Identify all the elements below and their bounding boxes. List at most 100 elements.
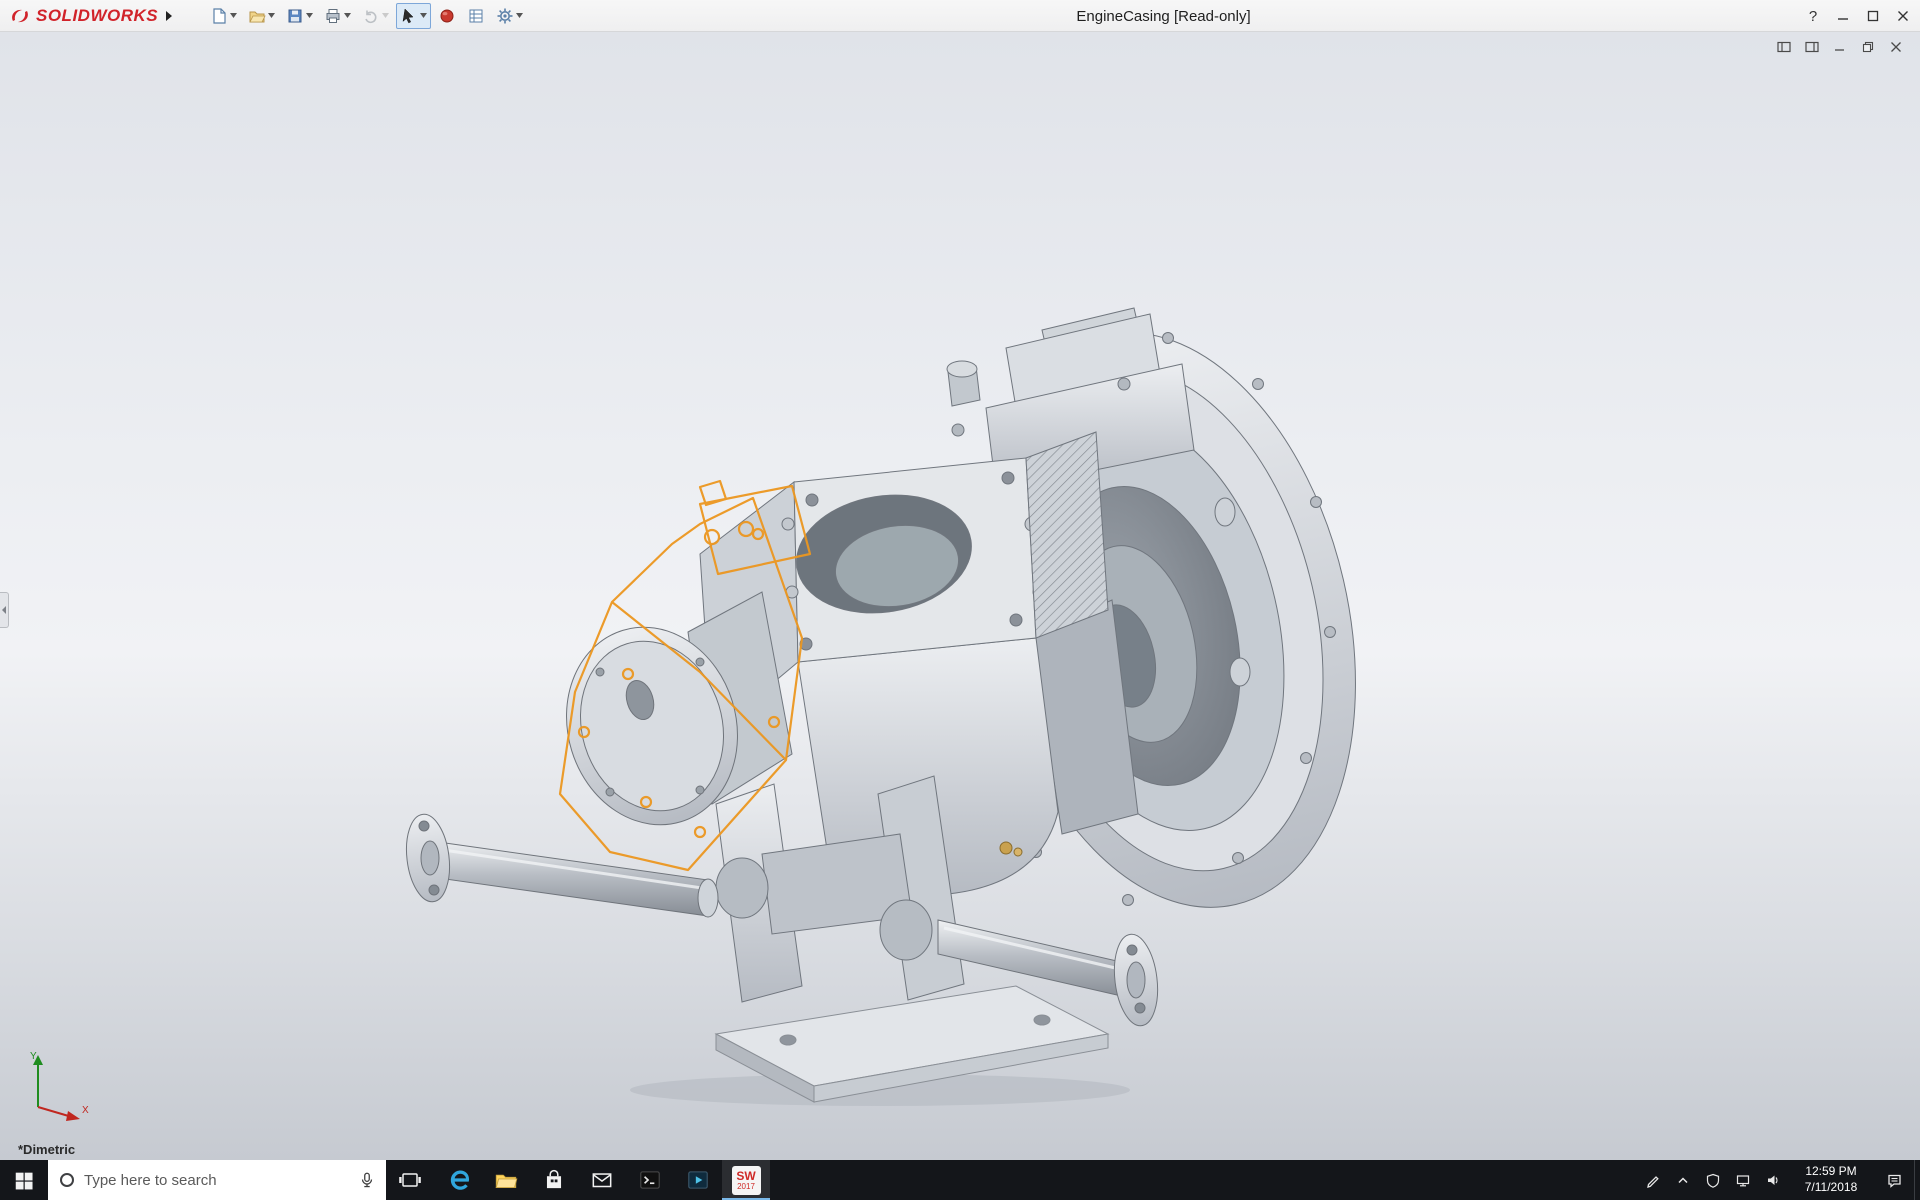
file-explorer-button[interactable]	[482, 1160, 530, 1200]
task-view-icon	[398, 1168, 422, 1192]
dropdown-caret-icon	[344, 13, 351, 18]
maximize-icon	[1867, 10, 1879, 22]
cursor-icon	[400, 7, 418, 25]
solidworks-window: SOLIDWORKS	[0, 0, 1920, 1200]
clock-time: 12:59 PM	[1805, 1164, 1856, 1180]
close-icon	[1897, 10, 1909, 22]
action-center-button[interactable]	[1874, 1160, 1914, 1200]
search-icon	[60, 1173, 74, 1187]
file-explorer-icon	[493, 1167, 519, 1193]
microphone-icon[interactable]	[358, 1170, 376, 1190]
taskbar-clock[interactable]: 12:59 PM 7/11/2018	[1788, 1160, 1874, 1200]
ds-logo-icon	[8, 6, 32, 26]
dropdown-caret-icon	[420, 13, 427, 18]
print-button[interactable]	[320, 3, 355, 29]
dropdown-caret-icon	[516, 13, 523, 18]
new-document-icon	[210, 7, 228, 25]
pen-icon	[1645, 1172, 1661, 1188]
dock-pane-button[interactable]	[1774, 38, 1794, 55]
start-button[interactable]	[0, 1160, 48, 1200]
display-list-icon	[467, 7, 485, 25]
store-icon	[541, 1167, 567, 1193]
network-icon	[1735, 1172, 1751, 1188]
new-document-button[interactable]	[206, 3, 241, 29]
undo-icon	[362, 7, 380, 25]
dock-pane-icon	[1777, 41, 1791, 53]
orientation-triad: Y X	[22, 1047, 94, 1130]
defender-button[interactable]	[1698, 1160, 1728, 1200]
view-orientation-label: *Dimetric	[18, 1142, 75, 1157]
solidworks-icon-letters: SW	[736, 1170, 755, 1182]
taskbar-search[interactable]	[48, 1160, 386, 1200]
hidden-icons-button[interactable]	[1668, 1160, 1698, 1200]
menu-expand-button[interactable]	[158, 3, 180, 29]
minimize-icon	[1837, 10, 1849, 22]
media-app-icon	[685, 1167, 711, 1193]
maximize-button[interactable]	[1858, 1, 1888, 31]
help-button[interactable]: ?	[1798, 1, 1828, 31]
clock-date: 7/11/2018	[1805, 1180, 1858, 1196]
show-desktop-button[interactable]	[1914, 1160, 1920, 1200]
dropdown-caret-icon	[268, 13, 275, 18]
model-viewport[interactable]: Y X *Dimetric	[0, 32, 1920, 1160]
terminal-button[interactable]	[626, 1160, 674, 1200]
triad-icon: Y X	[22, 1047, 94, 1125]
doc-close-button[interactable]	[1886, 38, 1906, 55]
doc-restore-button[interactable]	[1858, 38, 1878, 55]
edge-button[interactable]	[434, 1160, 482, 1200]
minimize-button[interactable]	[1828, 1, 1858, 31]
pane-icon	[1805, 41, 1819, 53]
document-title: EngineCasing [Read-only]	[1076, 0, 1250, 32]
save-icon	[286, 7, 304, 25]
chevron-right-icon	[165, 10, 173, 22]
gear-icon	[496, 7, 514, 25]
mail-icon	[589, 1167, 615, 1193]
mail-button[interactable]	[578, 1160, 626, 1200]
undo-button[interactable]	[358, 3, 393, 29]
solidworks-icon-year: 2017	[737, 1183, 755, 1191]
solidworks-taskbar-button[interactable]: SW 2017	[722, 1160, 770, 1200]
notification-icon	[1886, 1172, 1903, 1189]
open-button[interactable]	[244, 3, 279, 29]
window-controls: ?	[1798, 0, 1918, 32]
shield-icon	[1705, 1172, 1721, 1188]
windows-logo-icon	[13, 1169, 35, 1191]
windows-taskbar: SW 2017	[0, 1160, 1920, 1200]
windows-ink-button[interactable]	[1638, 1160, 1668, 1200]
volume-button[interactable]	[1758, 1160, 1788, 1200]
network-button[interactable]	[1728, 1160, 1758, 1200]
triad-x-label: X	[82, 1105, 89, 1116]
restore-icon	[1862, 41, 1874, 53]
select-tool-button[interactable]	[396, 3, 431, 29]
store-button[interactable]	[530, 1160, 578, 1200]
engine-casing-model	[0, 32, 1920, 1160]
open-folder-icon	[248, 7, 266, 25]
dropdown-caret-icon	[382, 13, 389, 18]
chevron-left-icon	[2, 606, 7, 614]
chevron-up-icon	[1675, 1172, 1691, 1188]
options-button[interactable]	[492, 3, 527, 29]
close-button[interactable]	[1888, 1, 1918, 31]
save-button[interactable]	[282, 3, 317, 29]
appearances-button[interactable]	[434, 3, 460, 29]
minimize-icon	[1834, 41, 1846, 53]
system-tray: 12:59 PM 7/11/2018	[1638, 1160, 1920, 1200]
main-toolbar	[206, 3, 527, 29]
search-input[interactable]	[84, 1172, 348, 1189]
panel-expand-tab[interactable]	[0, 592, 9, 628]
task-view-button[interactable]	[386, 1160, 434, 1200]
brand-text: SOLIDWORKS	[36, 6, 158, 26]
volume-icon	[1765, 1172, 1781, 1188]
pane-button[interactable]	[1802, 38, 1822, 55]
doc-minimize-button[interactable]	[1830, 38, 1850, 55]
terminal-icon	[637, 1167, 663, 1193]
titlebar: SOLIDWORKS	[0, 0, 1920, 32]
dropdown-caret-icon	[230, 13, 237, 18]
media-app-button[interactable]	[674, 1160, 722, 1200]
close-icon	[1890, 41, 1902, 53]
solidworks-app-icon: SW 2017	[732, 1166, 761, 1195]
dropdown-caret-icon	[306, 13, 313, 18]
display-settings-button[interactable]	[463, 3, 489, 29]
triad-y-label: Y	[30, 1051, 37, 1062]
edge-icon	[445, 1167, 471, 1193]
